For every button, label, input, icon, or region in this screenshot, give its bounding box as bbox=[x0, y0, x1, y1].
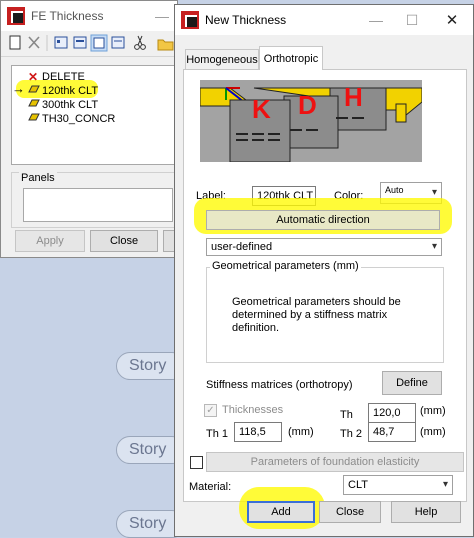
delete-icon bbox=[28, 36, 40, 49]
foundation-checkbox[interactable] bbox=[190, 456, 203, 469]
cut-icon bbox=[134, 35, 146, 50]
fe-thickness-window: FE Thickness — → ✕ DELETE 120thk CLT 300… bbox=[0, 0, 178, 258]
tab-panel: K D H Label: 120thk CLT Color: Auto ▾ Au… bbox=[183, 69, 467, 502]
direction-mode-dropdown[interactable]: user-defined ▾ bbox=[206, 238, 442, 256]
panels-label: Panels bbox=[19, 172, 57, 184]
list-item[interactable]: 120thk CLT bbox=[28, 84, 98, 98]
fe-title-bar: FE Thickness — bbox=[1, 1, 177, 31]
geometrical-parameters-title: Geometrical parameters (mm) bbox=[210, 260, 361, 272]
material-value: CLT bbox=[348, 479, 368, 491]
new-title-bar: New Thickness — ☐ ✕ bbox=[175, 5, 473, 35]
close-button[interactable]: Close bbox=[319, 501, 381, 523]
list-item[interactable]: ✕ DELETE bbox=[28, 70, 85, 84]
orthotropic-preview-image: K D H bbox=[200, 80, 422, 162]
slab-icon bbox=[28, 99, 42, 111]
chevron-down-icon: ▾ bbox=[442, 479, 448, 490]
preview-letter: K bbox=[252, 94, 271, 124]
window-title: FE Thickness bbox=[31, 9, 104, 23]
panels-input[interactable] bbox=[23, 188, 173, 222]
preview-letter: H bbox=[344, 82, 363, 112]
th1-unit: (mm) bbox=[288, 426, 314, 438]
delete-x-icon: ✕ bbox=[28, 70, 39, 84]
close-button[interactable]: Close bbox=[90, 230, 158, 252]
list-item-label: 120thk CLT bbox=[42, 85, 99, 97]
app-logo-icon bbox=[7, 7, 25, 25]
view-icon bbox=[54, 36, 68, 49]
add-button[interactable]: Add bbox=[247, 501, 315, 523]
th-label: Th bbox=[340, 409, 353, 421]
list-item[interactable]: 300thk CLT bbox=[28, 98, 98, 112]
view-icon bbox=[111, 36, 125, 49]
current-arrow-icon: → bbox=[12, 81, 25, 96]
automatic-direction-button[interactable]: Automatic direction bbox=[206, 210, 440, 230]
slab-icon bbox=[28, 113, 42, 125]
list-item[interactable]: TH30_CONCR bbox=[28, 112, 115, 126]
thickness-list[interactable]: → ✕ DELETE 120thk CLT 300thk CLT TH30_CO… bbox=[11, 65, 176, 165]
th-field[interactable]: 120,0 bbox=[368, 403, 416, 423]
list-item-label: TH30_CONCR bbox=[42, 113, 116, 125]
material-caption: Material: bbox=[189, 481, 232, 493]
chevron-down-icon: ▾ bbox=[431, 241, 437, 252]
th2-unit: (mm) bbox=[420, 426, 446, 438]
view-icon bbox=[90, 34, 108, 52]
app-logo-icon bbox=[181, 11, 199, 29]
th2-field[interactable]: 48,7 bbox=[368, 422, 416, 442]
geometrical-parameters-message: Geometrical parameters should be determi… bbox=[232, 296, 401, 334]
thicknesses-checkbox[interactable]: ✓ bbox=[204, 404, 217, 417]
tab-homogeneous[interactable]: Homogeneous bbox=[185, 49, 259, 69]
color-value: Auto bbox=[385, 185, 404, 195]
slab-icon bbox=[28, 85, 42, 97]
new-thickness-window: New Thickness — ☐ ✕ Homogeneous Orthotro… bbox=[174, 4, 474, 537]
tab-orthotropic[interactable]: Orthotropic bbox=[259, 46, 323, 70]
minimize-button[interactable]: — bbox=[147, 1, 177, 31]
maximize-button[interactable]: ☐ bbox=[397, 5, 427, 35]
apply-button[interactable]: Apply bbox=[15, 230, 85, 252]
help-button[interactable]: Help bbox=[391, 501, 461, 523]
th-unit: (mm) bbox=[420, 405, 446, 417]
minimize-button[interactable]: — bbox=[361, 5, 391, 35]
view-icon bbox=[73, 36, 87, 49]
define-button[interactable]: Define bbox=[382, 371, 442, 395]
list-item-label: DELETE bbox=[42, 71, 85, 83]
material-dropdown[interactable]: CLT ▾ bbox=[343, 475, 453, 495]
window-title: New Thickness bbox=[205, 13, 287, 27]
th1-field[interactable]: 118,5 bbox=[234, 422, 282, 442]
direction-mode-value: user-defined bbox=[211, 241, 273, 253]
stiffness-caption: Stiffness matrices (orthotropy) bbox=[206, 379, 353, 391]
th2-label: Th 2 bbox=[340, 428, 363, 440]
foundation-elasticity-button[interactable]: Parameters of foundation elasticity bbox=[206, 452, 464, 472]
thicknesses-label: Thicknesses bbox=[222, 404, 284, 416]
preview-letter: D bbox=[298, 90, 317, 120]
chevron-down-icon: ▾ bbox=[431, 187, 437, 198]
toolbar bbox=[1, 31, 177, 57]
th1-label: Th 1 bbox=[206, 428, 229, 440]
new-doc-icon bbox=[9, 35, 21, 50]
close-window-icon[interactable]: ✕ bbox=[437, 5, 467, 35]
folder-icon bbox=[157, 39, 174, 51]
list-item-label: 300thk CLT bbox=[42, 99, 99, 111]
